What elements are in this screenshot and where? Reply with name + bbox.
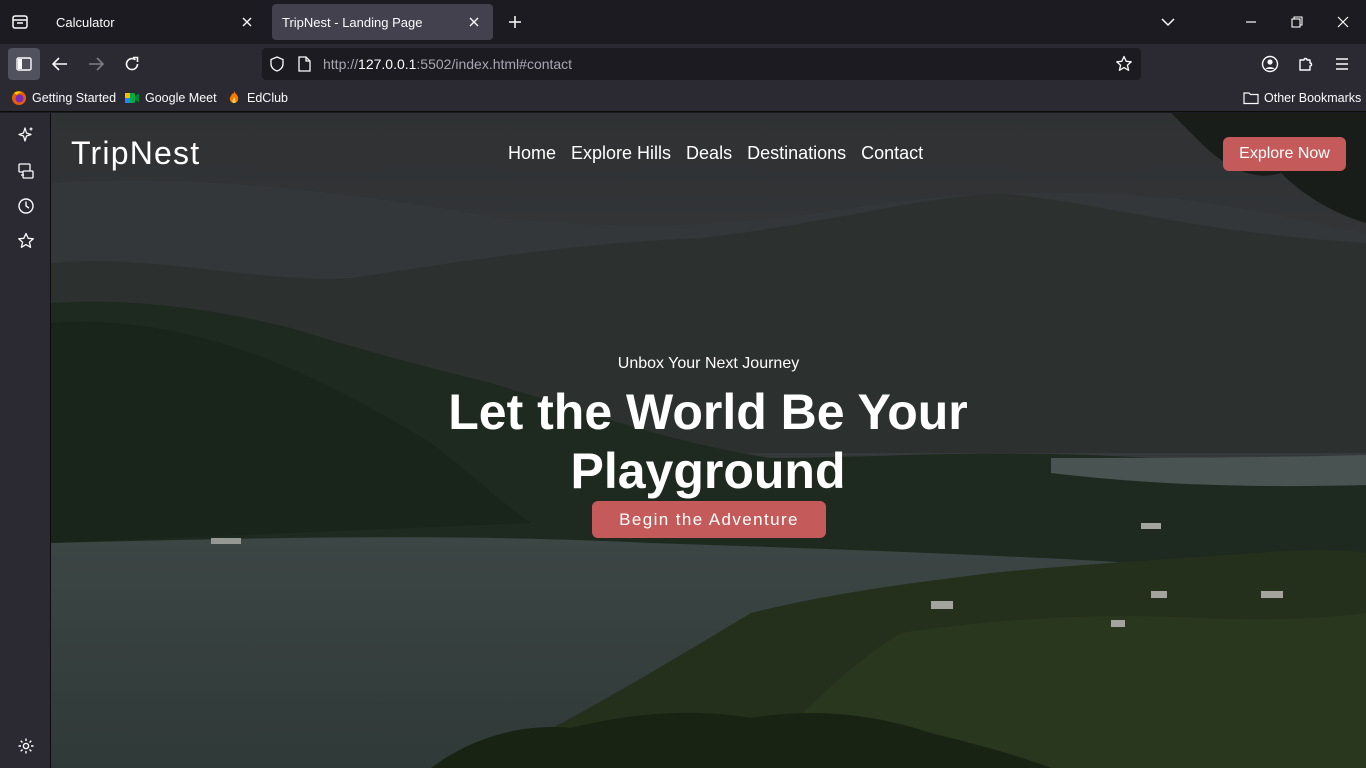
hamburger-icon xyxy=(1336,58,1348,70)
reload-button[interactable] xyxy=(116,48,148,80)
account-icon xyxy=(1261,55,1279,73)
arrow-left-icon xyxy=(52,57,67,71)
explore-now-button[interactable]: Explore Now xyxy=(1223,137,1346,171)
reload-icon xyxy=(125,56,139,71)
firefox-view-icon xyxy=(12,15,28,29)
page-icon[interactable] xyxy=(297,56,311,77)
address-bar[interactable]: http://127.0.0.1:5502/index.html#contact xyxy=(262,48,1141,80)
tab-calculator[interactable]: Calculator xyxy=(46,4,266,40)
bookmarks-toolbar: Getting Started Google Meet EdClub Other… xyxy=(0,84,1366,112)
nav-link-explore-hills[interactable]: Explore Hills xyxy=(571,143,671,164)
hero-subtitle: Unbox Your Next Journey xyxy=(617,355,800,372)
browser-sidebar xyxy=(0,113,51,768)
chevron-down-icon xyxy=(1161,18,1175,27)
url-text[interactable]: http://127.0.0.1:5502/index.html#contact xyxy=(323,56,572,72)
new-tab-button[interactable] xyxy=(503,10,527,34)
bookmark-getting-started[interactable]: Getting Started xyxy=(11,89,116,107)
history-clock-icon xyxy=(18,198,34,214)
restore-button[interactable] xyxy=(1274,0,1320,44)
star-icon xyxy=(18,232,34,248)
close-icon xyxy=(1337,16,1349,28)
navigation-toolbar: http://127.0.0.1:5502/index.html#contact xyxy=(0,44,1366,84)
app-menu-button[interactable] xyxy=(1326,48,1358,80)
sidebar-toggle-button[interactable] xyxy=(8,48,40,80)
shield-icon[interactable] xyxy=(269,56,285,77)
sidebar-icon xyxy=(16,57,32,71)
bookmark-label: Google Meet xyxy=(145,91,217,105)
bookmark-edclub[interactable]: EdClub xyxy=(226,89,288,107)
close-icon xyxy=(469,17,479,27)
close-icon xyxy=(242,17,252,27)
sidebar-synced-tabs-button[interactable] xyxy=(14,159,38,183)
url-protocol: http:// xyxy=(323,56,359,72)
close-tab-button[interactable] xyxy=(238,13,256,31)
firefox-icon xyxy=(12,91,26,105)
google-meet-icon xyxy=(125,93,139,103)
sparkle-icon xyxy=(18,127,33,142)
sidebar-bookmarks-button[interactable] xyxy=(14,229,38,253)
account-button[interactable] xyxy=(1254,48,1286,80)
forward-button[interactable] xyxy=(80,48,112,80)
site-nav: Home Explore Hills Deals Destinations Co… xyxy=(508,143,923,164)
puzzle-icon xyxy=(1299,57,1313,71)
bookmark-star-button[interactable] xyxy=(1115,55,1133,78)
tab-title: Calculator xyxy=(56,14,115,30)
bookmark-google-meet[interactable]: Google Meet xyxy=(124,89,217,107)
restore-icon xyxy=(1291,16,1303,28)
folder-icon xyxy=(1243,92,1259,105)
minimize-button[interactable] xyxy=(1228,0,1274,44)
nav-link-deals[interactable]: Deals xyxy=(686,143,732,164)
url-host: 127.0.0.1 xyxy=(358,56,417,72)
gear-icon xyxy=(18,738,34,754)
extensions-button[interactable] xyxy=(1290,48,1322,80)
nav-link-home[interactable]: Home xyxy=(508,143,556,164)
firefox-view-button[interactable] xyxy=(0,0,40,44)
edclub-icon xyxy=(229,91,239,104)
site-logo[interactable]: TripNest xyxy=(71,135,200,172)
other-bookmarks-label: Other Bookmarks xyxy=(1264,91,1362,105)
nav-link-destinations[interactable]: Destinations xyxy=(747,143,846,164)
close-window-button[interactable] xyxy=(1320,0,1366,44)
tab-title: TripNest - Landing Page xyxy=(282,14,423,30)
other-bookmarks-folder[interactable]: Other Bookmarks xyxy=(1243,89,1361,107)
bookmark-label: EdClub xyxy=(247,91,288,105)
hero-title: Let the World Be Your Playground xyxy=(448,384,968,499)
tab-strip: Calculator TripNest - Landing Page xyxy=(0,0,1366,44)
synced-tabs-icon xyxy=(18,163,34,179)
begin-adventure-button[interactable]: Begin the Adventure xyxy=(592,501,826,538)
bookmark-label: Getting Started xyxy=(32,91,117,105)
sidebar-settings-button[interactable] xyxy=(14,734,38,758)
minimize-icon xyxy=(1246,21,1256,23)
back-button[interactable] xyxy=(44,48,76,80)
tab-tripnest[interactable]: TripNest - Landing Page xyxy=(272,4,493,40)
page-viewport: TripNest Home Explore Hills Deals Destin… xyxy=(51,113,1366,768)
close-tab-button[interactable] xyxy=(465,13,483,31)
list-all-tabs-button[interactable] xyxy=(1145,0,1191,44)
arrow-right-icon xyxy=(89,57,104,71)
sidebar-history-button[interactable] xyxy=(14,194,38,218)
star-icon xyxy=(1116,55,1132,71)
url-path: :5502/index.html#contact xyxy=(416,56,573,72)
plus-icon xyxy=(509,16,521,28)
sidebar-ai-chatbot-button[interactable] xyxy=(14,123,38,147)
nav-link-contact[interactable]: Contact xyxy=(861,143,923,164)
